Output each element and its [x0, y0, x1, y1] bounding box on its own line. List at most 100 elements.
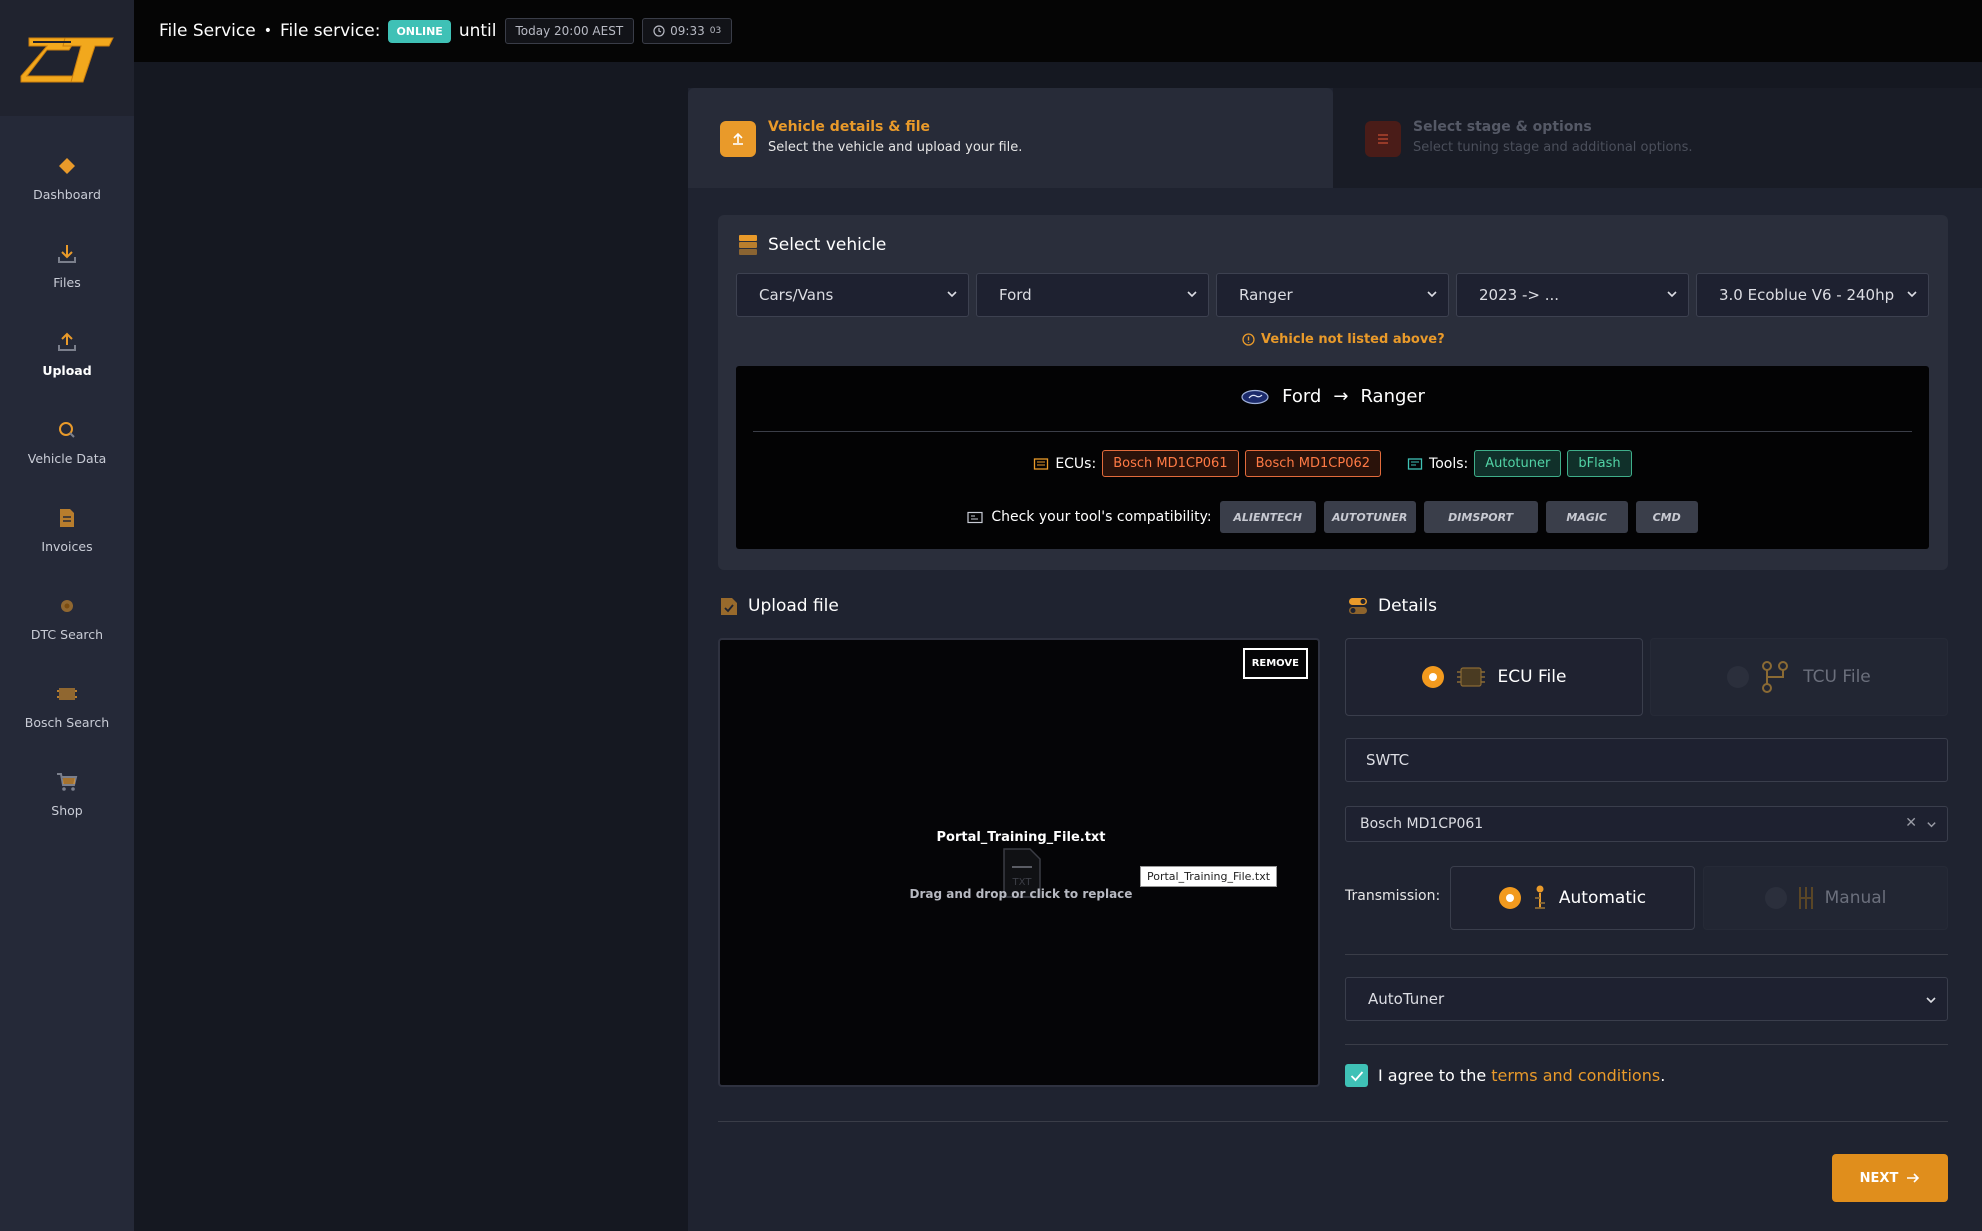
step-subtitle: Select the vehicle and upload your file. — [768, 140, 1023, 155]
ecu-icon — [1034, 457, 1049, 470]
sidebar-item-invoices[interactable]: Invoices — [0, 494, 134, 564]
ecu-tag[interactable]: Bosch MD1CP061 — [1102, 450, 1239, 477]
ford-logo-icon — [1241, 389, 1269, 404]
manual-option[interactable]: Manual — [1703, 866, 1948, 930]
transmission-label: Transmission: — [1345, 888, 1441, 904]
terms-agreement: I agree to the terms and conditions. — [1345, 1064, 1665, 1087]
next-button[interactable]: NEXT — [1832, 1154, 1948, 1202]
download-icon — [54, 241, 80, 267]
radio-selected[interactable] — [1421, 666, 1444, 688]
engine-value: 3.0 Ecoblue V6 - 240hp — [1719, 286, 1895, 304]
diamond-icon — [54, 153, 80, 179]
tcu-file-option[interactable]: TCU File — [1650, 638, 1948, 716]
sidebar-item-bosch-search[interactable]: Bosch Search — [0, 670, 134, 740]
until-label: until — [458, 21, 497, 41]
uploaded-file-name: Portal_Training_File.txt — [936, 830, 1106, 845]
tools-icon — [1407, 457, 1423, 470]
chevron-down-icon — [1667, 291, 1677, 298]
info-icon — [1242, 333, 1255, 346]
magic-logo[interactable]: MAGIC — [1545, 501, 1628, 533]
sidebar-item-shop[interactable]: Shop — [0, 758, 134, 828]
step-list-icon — [1365, 121, 1401, 157]
software-number-input[interactable]: SWTC — [1345, 738, 1948, 782]
sidebar-item-files[interactable]: Files — [0, 230, 134, 300]
sidebar-item-label: Invoices — [41, 538, 93, 554]
summary-arrow: → — [1333, 386, 1349, 407]
step-vehicle-details[interactable]: Vehicle details & file Select the vehicl… — [688, 88, 1333, 188]
radio-unselected[interactable] — [1764, 887, 1787, 909]
vehicle-summary: Ford → Ranger ECUs: Bosch MD1CP061 Bosch… — [736, 366, 1929, 549]
sidebar-item-dtc-search[interactable]: DTC Search — [0, 582, 134, 652]
vehicle-not-listed-link[interactable]: Vehicle not listed above? — [1242, 332, 1445, 347]
model-select[interactable]: Ranger — [1216, 273, 1449, 317]
step-subtitle: Select tuning stage and additional optio… — [1413, 140, 1693, 155]
cmd-logo[interactable]: CMD — [1635, 501, 1698, 533]
sidebar-item-label: Files — [53, 274, 81, 290]
details-divider — [1345, 954, 1948, 955]
automatic-label: Automatic — [1558, 888, 1647, 908]
until-time-pill: Today 20:00 AEST — [504, 18, 635, 44]
tool-select[interactable]: AutoTuner — [1345, 977, 1948, 1021]
dropzone-hint: Drag and drop or click to replace — [909, 887, 1133, 901]
gear-shift-icon — [1762, 661, 1789, 693]
year-select[interactable]: 2023 -> ... — [1456, 273, 1689, 317]
step-title: Select stage & options — [1413, 119, 1592, 135]
terms-checkbox[interactable] — [1345, 1064, 1368, 1087]
summary-make: Ford — [1282, 386, 1322, 407]
vehicle-summary-heading: Ford → Ranger — [736, 386, 1929, 407]
ecus-label: ECUs: — [1055, 455, 1097, 472]
ecu-type-value: Bosch MD1CP061 — [1360, 816, 1484, 832]
terms-link[interactable]: terms and conditions — [1491, 1066, 1660, 1085]
chevron-down-icon — [1187, 291, 1197, 298]
until-time: Today 20:00 AEST — [515, 24, 624, 38]
ecu-file-option[interactable]: ECU File — [1345, 638, 1643, 716]
make-select[interactable]: Ford — [976, 273, 1209, 317]
database-icon — [739, 235, 757, 255]
alientech-logo[interactable]: ALIENTECH — [1219, 501, 1316, 533]
footer-divider — [718, 1121, 1948, 1122]
agree-text: I agree to the terms and conditions. — [1378, 1066, 1665, 1085]
sidebar-item-upload[interactable]: Upload — [0, 318, 134, 388]
sidebar-item-label: Dashboard — [33, 186, 101, 202]
chevron-down-icon — [1926, 997, 1936, 1004]
ecu-tools-row: ECUs: Bosch MD1CP061 Bosch MD1CP062 Tool… — [736, 450, 1929, 477]
manual-gears-icon — [1798, 887, 1813, 909]
file-dropzone[interactable]: REMOVE Portal_Training_File.txt TXT Drag… — [718, 638, 1320, 1087]
chevron-down-icon — [1907, 291, 1917, 298]
engine-select[interactable]: 3.0 Ecoblue V6 - 240hp — [1696, 273, 1929, 317]
tool-tag[interactable]: bFlash — [1567, 450, 1632, 477]
agree-suffix: . — [1660, 1066, 1666, 1085]
logo-container[interactable] — [0, 0, 134, 116]
chevron-down-icon[interactable] — [1926, 819, 1937, 830]
search-icon — [54, 417, 80, 443]
clock-pill: 09:33 03 — [642, 18, 733, 44]
category-select[interactable]: Cars/Vans — [736, 273, 969, 317]
remove-file-button[interactable]: REMOVE — [1242, 648, 1308, 679]
ecu-type-select[interactable]: Bosch MD1CP061 ✕ — [1345, 806, 1948, 842]
chip-icon — [1456, 667, 1485, 687]
step-select-stage[interactable]: Select stage & options Select tuning sta… — [1333, 88, 1982, 188]
status-badge: ONLINE — [388, 19, 451, 43]
tool-tag[interactable]: Autotuner — [1474, 450, 1562, 477]
ecu-tag[interactable]: Bosch MD1CP062 — [1244, 450, 1382, 477]
manual-label: Manual — [1824, 888, 1887, 908]
upload-file-heading: Upload file — [720, 596, 839, 616]
sidebar-item-dashboard[interactable]: Dashboard — [0, 142, 134, 212]
id-card-icon — [967, 511, 983, 523]
zt-logo — [20, 37, 114, 83]
radio-selected[interactable] — [1498, 887, 1521, 909]
radio-unselected[interactable] — [1727, 666, 1750, 688]
clear-icon[interactable]: ✕ — [1905, 815, 1917, 831]
dimsport-logo[interactable]: DIMSPORT — [1423, 501, 1538, 533]
check-icon — [1350, 1070, 1363, 1081]
select-vehicle-heading: Select vehicle — [738, 234, 886, 256]
step-title: Vehicle details & file — [768, 119, 931, 135]
sidebar-item-vehicle-data[interactable]: Vehicle Data — [0, 406, 134, 476]
summary-model: Ranger — [1360, 386, 1425, 407]
autotuner-logo[interactable]: AUTOTUNER — [1323, 501, 1416, 533]
summary-divider — [753, 431, 1912, 432]
engine-icon — [54, 593, 80, 619]
automatic-option[interactable]: Automatic — [1450, 866, 1695, 930]
year-value: 2023 -> ... — [1479, 286, 1559, 304]
compat-label: Check your tool's compatibility: — [991, 509, 1212, 525]
